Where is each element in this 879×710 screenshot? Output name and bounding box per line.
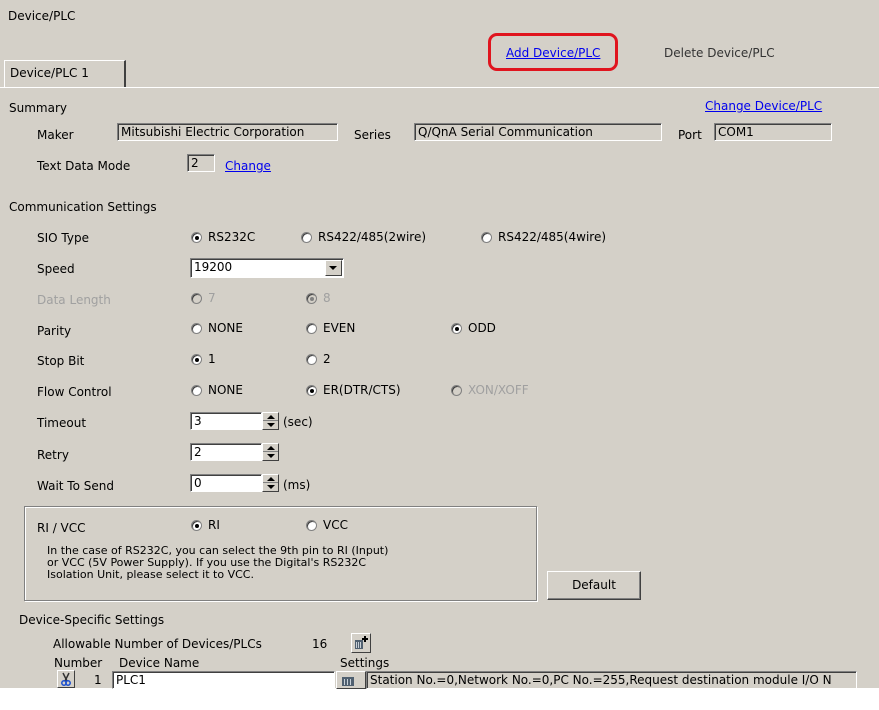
ri-label: RI bbox=[208, 518, 220, 532]
ri-vcc-label: RI / VCC bbox=[37, 521, 86, 535]
wait-to-send-unit: (ms) bbox=[283, 478, 311, 492]
data-length-7-radio[interactable] bbox=[191, 293, 202, 304]
data-length-8-radio[interactable] bbox=[306, 293, 317, 304]
wait-to-send-input[interactable]: 0 bbox=[190, 474, 262, 492]
change-device-plc-link[interactable]: Change Device/PLC bbox=[705, 99, 822, 113]
sio-rs422-4wire-label: RS422/485(4wire) bbox=[498, 230, 607, 244]
parity-none-radio[interactable] bbox=[191, 323, 202, 334]
parity-label: Parity bbox=[37, 324, 72, 338]
tab-device-plc-1[interactable]: Device/PLC 1 bbox=[4, 60, 126, 88]
port-field: COM1 bbox=[714, 123, 832, 141]
scissors-icon[interactable] bbox=[57, 670, 75, 688]
tab-label: Device/PLC 1 bbox=[10, 66, 89, 80]
ri-vcc-note-line-3: Isolation Unit, please select it to VCC. bbox=[47, 568, 254, 581]
allowable-number-value: 16 bbox=[312, 637, 328, 651]
speed-label: Speed bbox=[37, 262, 75, 276]
text-data-mode-label: Text Data Mode bbox=[37, 159, 131, 173]
timeout-label: Timeout bbox=[37, 416, 87, 430]
ri-radio[interactable] bbox=[191, 520, 202, 531]
retry-input[interactable]: 2 bbox=[190, 443, 262, 461]
flow-none-radio[interactable] bbox=[191, 385, 202, 396]
default-button[interactable]: Default bbox=[547, 571, 641, 600]
plc-settings-icon[interactable] bbox=[336, 671, 366, 689]
add-plc-icon[interactable] bbox=[351, 633, 371, 653]
timeout-spinner[interactable] bbox=[262, 412, 279, 430]
timeout-input[interactable]: 3 bbox=[190, 412, 262, 430]
parity-even-label: EVEN bbox=[323, 321, 356, 335]
maker-field: Mitsubishi Electric Corporation bbox=[117, 123, 338, 141]
sio-rs422-2wire-radio[interactable] bbox=[301, 232, 312, 243]
device-specific-settings-heading: Device-Specific Settings bbox=[19, 613, 165, 627]
column-settings: Settings bbox=[340, 656, 390, 670]
text-data-mode-change-link[interactable]: Change bbox=[225, 159, 271, 173]
sio-rs232c-radio[interactable] bbox=[191, 232, 202, 243]
column-number: Number bbox=[54, 656, 103, 670]
retry-spinner[interactable] bbox=[262, 443, 279, 461]
data-length-8-label: 8 bbox=[323, 291, 331, 305]
stop-bit-1-radio[interactable] bbox=[191, 354, 202, 365]
add-device-plc-link[interactable]: Add Device/PLC bbox=[506, 46, 600, 60]
sio-rs422-4wire-radio[interactable] bbox=[481, 232, 492, 243]
stop-bit-label: Stop Bit bbox=[37, 354, 85, 368]
speed-select[interactable]: 19200 bbox=[190, 258, 344, 278]
tab-divider bbox=[0, 87, 879, 88]
parity-odd-radio[interactable] bbox=[451, 323, 462, 334]
device-name-input[interactable]: PLC1 bbox=[112, 671, 335, 689]
flow-control-label: Flow Control bbox=[37, 385, 112, 399]
parity-odd-label: ODD bbox=[468, 321, 496, 335]
column-device-name: Device Name bbox=[119, 656, 200, 670]
stop-bit-2-label: 2 bbox=[323, 352, 331, 366]
parity-even-radio[interactable] bbox=[306, 323, 317, 334]
flow-none-label: NONE bbox=[208, 383, 243, 397]
stop-bit-2-radio[interactable] bbox=[306, 354, 317, 365]
sio-rs232c-label: RS232C bbox=[208, 230, 256, 244]
vcc-radio[interactable] bbox=[306, 520, 317, 531]
data-length-7-label: 7 bbox=[208, 291, 216, 305]
data-length-label: Data Length bbox=[37, 293, 111, 307]
flow-er-dtr-cts-radio[interactable] bbox=[306, 385, 317, 396]
series-label: Series bbox=[354, 128, 391, 142]
settings-summary-field: Station No.=0,Network No.=0,PC No.=255,R… bbox=[366, 671, 857, 689]
dropdown-arrow-icon[interactable] bbox=[325, 260, 342, 276]
row-number: 1 bbox=[94, 673, 102, 687]
sio-type-label: SIO Type bbox=[37, 231, 89, 245]
retry-label: Retry bbox=[37, 448, 69, 462]
allowable-number-label: Allowable Number of Devices/PLCs bbox=[53, 637, 262, 651]
parity-none-label: NONE bbox=[208, 321, 243, 335]
speed-value: 19200 bbox=[194, 260, 233, 274]
flow-er-dtr-cts-label: ER(DTR/CTS) bbox=[323, 383, 401, 397]
maker-label: Maker bbox=[37, 128, 74, 142]
port-label: Port bbox=[678, 128, 702, 142]
timeout-unit: (sec) bbox=[283, 415, 313, 429]
flow-xon-xoff-radio[interactable] bbox=[451, 385, 462, 396]
wait-to-send-label: Wait To Send bbox=[37, 479, 114, 493]
wait-to-send-spinner[interactable] bbox=[262, 474, 279, 492]
communication-settings-heading: Communication Settings bbox=[9, 200, 157, 214]
window-title: Device/PLC bbox=[8, 9, 76, 23]
series-field: Q/QnA Serial Communication bbox=[414, 123, 662, 141]
delete-device-plc-link[interactable]: Delete Device/PLC bbox=[664, 46, 775, 60]
flow-xon-xoff-label: XON/XOFF bbox=[468, 383, 529, 397]
sio-rs422-2wire-label: RS422/485(2wire) bbox=[318, 230, 427, 244]
text-data-mode-field: 2 bbox=[187, 154, 215, 172]
summary-heading: Summary bbox=[9, 101, 67, 115]
stop-bit-1-label: 1 bbox=[208, 352, 216, 366]
device-plc-window: Device/PLC Add Device/PLC Delete Device/… bbox=[0, 0, 879, 689]
vcc-label: VCC bbox=[323, 518, 348, 532]
